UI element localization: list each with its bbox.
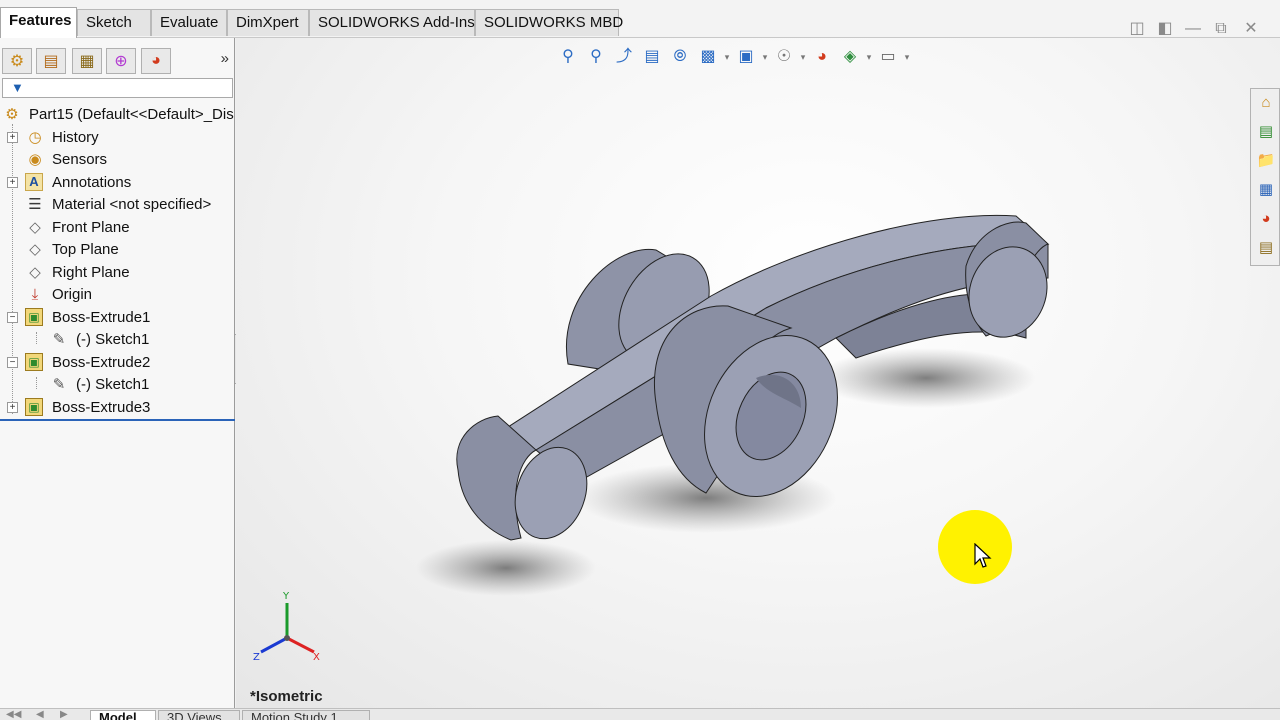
boss-extrude-icon: ▣ [25,398,43,416]
close-icon[interactable]: ✕ [1240,19,1262,39]
triad-z-label: Z [253,652,260,663]
tree-item-boss-extrude2[interactable]: − ▣ Boss-Extrude2 [0,352,235,374]
tab-sketch[interactable]: Sketch [77,9,151,36]
task-pane-tabs: ⌂ ▤ 📁 ▦ ◕ ▤ [1250,88,1280,266]
tab-features[interactable]: Features [0,7,77,38]
part-shadow [816,348,1036,408]
part-name-label: Part15 (Default<<Default>_Dis [29,106,234,123]
solidworks-window: Features Sketch Evaluate DimXpert SOLIDW… [0,0,1280,720]
tree-item-annotations[interactable]: + A Annotations [0,172,235,194]
tree-item-label: Boss-Extrude3 [52,399,151,416]
minimize-icon[interactable]: — [1182,19,1204,39]
solidworks-resources-icon[interactable]: ⌂ [1254,91,1278,115]
triad-x-label: X [313,652,320,663]
triad-y-label: Y [282,591,290,602]
tab-3d-views[interactable]: 3D Views [158,710,240,720]
prev-tab-icon[interactable]: ◀ [36,709,44,720]
expand-icon[interactable]: + [7,132,18,143]
first-tab-icon[interactable]: ◀◀ [6,709,21,720]
tree-item-boss-extrude3[interactable]: + ▣ Boss-Extrude3 [0,397,235,419]
filter-input[interactable]: ▼ [2,78,233,98]
feature-manager-panel: ⚙ ▤ ▦ ⊕ ◕ » ▼ ⚙ Part15 (Default<<Default… [0,38,235,710]
command-manager-tabs: Features Sketch Evaluate DimXpert SOLIDW… [0,0,1280,38]
sketch-icon: ✎ [52,331,66,348]
tree-item-sketch1[interactable]: ✎ (-) Sketch1 [0,329,235,351]
tree-item-sensors[interactable]: ◉ Sensors [0,149,235,171]
tree-item-label: Material <not specified> [52,196,212,213]
tile-icon[interactable]: ◧ [1154,19,1176,39]
collapse-icon[interactable]: − [7,312,18,323]
plane-icon: ◇ [29,241,41,258]
tree-item-label: Boss-Extrude2 [52,354,151,371]
sensors-icon: ◉ [28,151,42,168]
expand-more-icon[interactable]: » [221,50,229,67]
display-manager-icon[interactable]: ◕ [141,48,171,74]
part-icon: ⚙ [5,106,19,123]
next-tab-icon[interactable]: ▶ [60,709,68,720]
tab-model[interactable]: Model [90,710,156,720]
tree-item-label: Boss-Extrude1 [52,309,151,326]
boss-extrude-icon: ▣ [25,308,43,326]
tree-item-top-plane[interactable]: ◇ Top Plane [0,239,235,261]
tree-item-label: History [52,129,99,146]
coordinate-triad: Y X Z [253,591,320,663]
tree-item-material[interactable]: ☰ Material <not specified> [0,194,235,216]
tree-item-history[interactable]: + ◷ History [0,127,235,149]
appearances-scenes-icon[interactable]: ◕ [1254,207,1278,231]
restore-icon[interactable]: ⧉ [1210,19,1232,39]
tree-item-boss-extrude1[interactable]: − ▣ Boss-Extrude1 [0,307,235,329]
plane-icon: ◇ [29,219,41,236]
annotations-icon: A [25,173,43,191]
graphics-area[interactable]: ⚲ ⚲ ⤴ ▤ ⦾ ▩ ▾ ▣ ▾ ☉ ▾ ◕ ◈ ▾ ▭ ▾ Y X Z *I… [236,38,1280,710]
rollback-bar[interactable] [0,419,235,421]
tree-item-label: Sensors [52,151,108,168]
configuration-manager-icon[interactable]: ▦ [72,48,102,74]
tree-item-origin[interactable]: ⤓ Origin [0,284,235,306]
mouse-cursor-icon [974,543,992,568]
custom-properties-icon[interactable]: ▤ [1254,236,1278,260]
tab-dimxpert[interactable]: DimXpert [227,9,309,36]
part-shadow [416,540,596,596]
tab-motion-study-1[interactable]: Motion Study 1 [242,710,370,720]
sketch-icon: ✎ [52,376,66,393]
tab-solidworks-add-ins[interactable]: SOLIDWORKS Add-Ins [309,9,475,36]
tree-item-label: Right Plane [52,264,130,281]
feature-manager-icon[interactable]: ⚙ [2,48,32,74]
boss-extrude-icon: ▣ [25,353,43,371]
tree-item-label: Annotations [52,174,132,191]
tree-item-label: (-) Sketch1 [76,376,150,393]
filter-icon: ▼ [11,80,24,95]
tree-item-label: Top Plane [52,241,119,258]
origin-icon: ⤓ [31,286,39,303]
dimxpert-manager-icon[interactable]: ⊕ [106,48,136,74]
feature-manager-toolbar: ⚙ ▤ ▦ ⊕ ◕ » [0,46,235,76]
tab-solidworks-mbd[interactable]: SOLIDWORKS MBD [475,9,623,36]
view-orientation-label: *Isometric [250,688,323,705]
expand-icon[interactable]: + [7,177,18,188]
tree-root-part[interactable]: ⚙ Part15 (Default<<Default>_Dis [0,104,235,126]
property-manager-icon[interactable]: ▤ [36,48,66,74]
tree-item-sketch1[interactable]: ✎ (-) Sketch1 [0,374,235,396]
design-library-icon[interactable]: ▤ [1254,120,1278,144]
tree-item-right-plane[interactable]: ◇ Right Plane [0,262,235,284]
history-icon: ◷ [28,129,42,146]
part-model-view[interactable]: Y X Z [236,38,1280,710]
file-explorer-icon[interactable]: 📁 [1254,149,1278,173]
bottom-tab-bar: ◀◀ ◀ ▶ Model 3D Views Motion Study 1 [0,708,1280,720]
tree-item-label: Origin [52,286,93,303]
restore-tile-icon[interactable]: ◫ [1126,19,1148,39]
expand-icon[interactable]: + [7,402,18,413]
view-palette-icon[interactable]: ▦ [1254,178,1278,202]
tab-evaluate[interactable]: Evaluate [151,9,227,36]
collapse-icon[interactable]: − [7,357,18,368]
tree-item-label: Front Plane [52,219,130,236]
plane-icon: ◇ [29,264,41,281]
tree-item-front-plane[interactable]: ◇ Front Plane [0,217,235,239]
tree-item-label: (-) Sketch1 [76,331,150,348]
material-icon: ☰ [28,196,42,213]
